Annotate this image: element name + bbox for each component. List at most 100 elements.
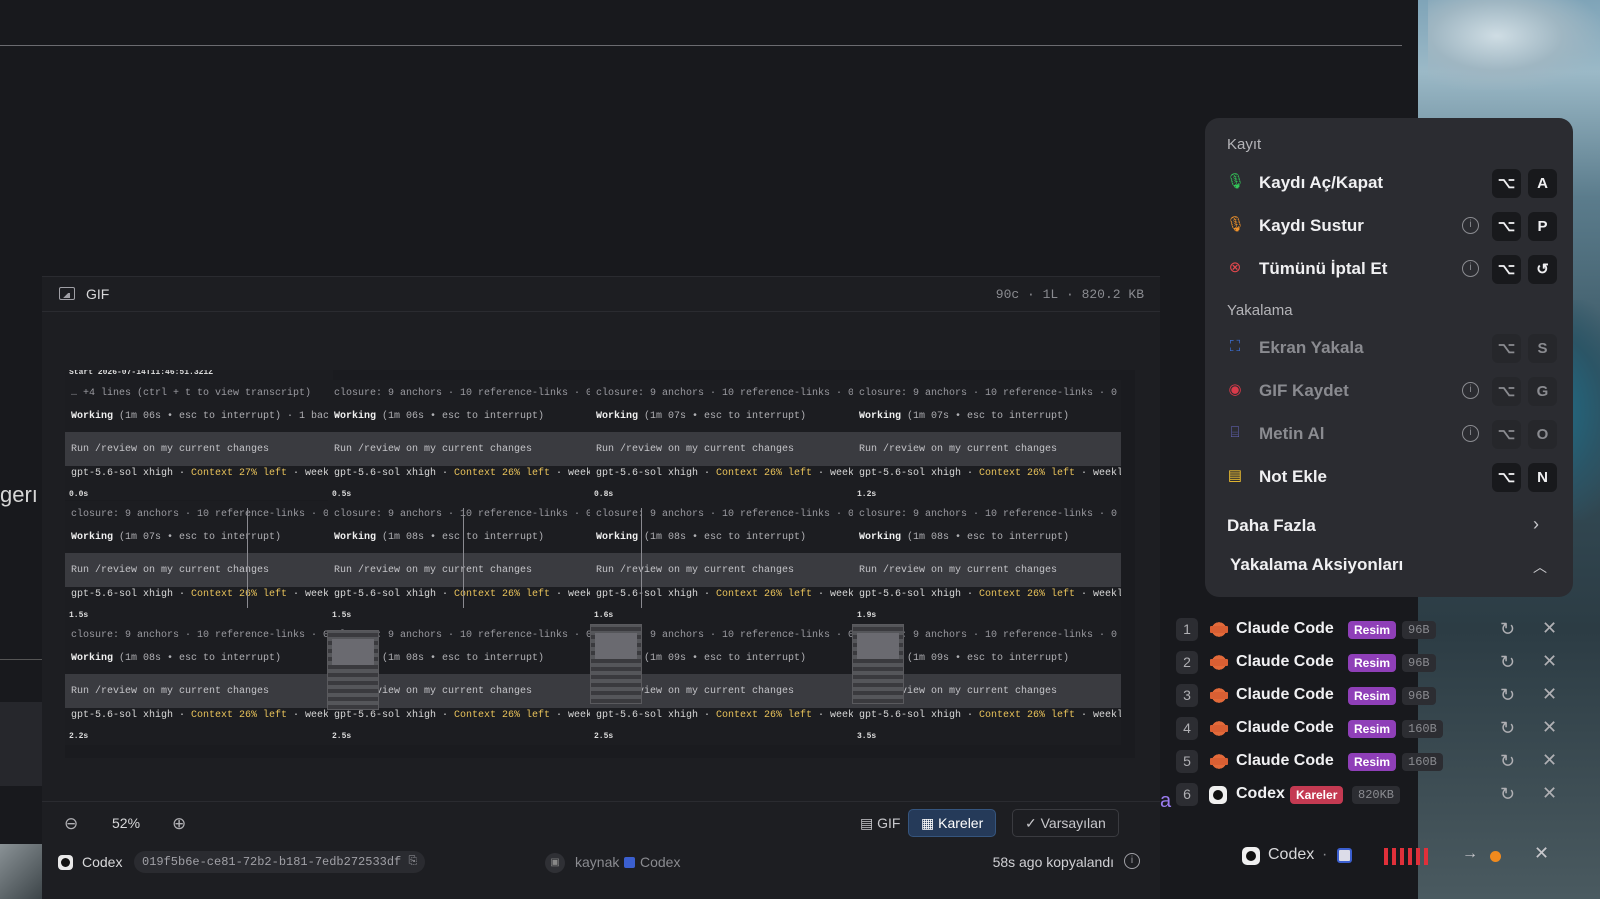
frame-line: closure: 9 anchors · 10 reference-links …	[334, 388, 596, 399]
audio-level-meter	[1384, 848, 1428, 865]
frame-thumbnail[interactable]	[327, 630, 379, 710]
redo-icon[interactable]: ↻	[1500, 784, 1515, 805]
gif-frame[interactable]: Start 2026-07-14T11:46:51.321Z … +4 lines…	[65, 370, 333, 500]
menu-item-not-ekle[interactable]: ▤ Not Ekle ⌥ N	[1223, 457, 1563, 497]
zoom-in-icon[interactable]: ⊕	[172, 814, 186, 834]
gif-frame[interactable]: closure: 9 anchors · 10 reference-links …	[590, 501, 858, 624]
history-type-badge: Kareler	[1290, 786, 1344, 804]
frame-line: gpt-5.6-sol xhigh · Context 26% left · w…	[859, 468, 1121, 479]
frame-line: gpt-5.6-sol xhigh · Context 26% left · w…	[596, 710, 858, 721]
history-size: 96B	[1402, 621, 1436, 639]
redo-icon[interactable]: ↻	[1500, 619, 1515, 640]
history-row[interactable]: 6 Codex Kareler 820KB ↻ ✕	[1168, 779, 1573, 812]
frame-timestamp: 0.5s	[332, 490, 352, 499]
background-panel	[0, 702, 42, 786]
history-app-name: Claude Code	[1236, 752, 1334, 769]
divider-line	[0, 659, 42, 660]
bottom-recording-bar: Codex · → ✕	[1232, 840, 1573, 874]
session-id-chip[interactable]: 019f5b6e-ce81-72b2-b181-7edb272533df ⎘	[134, 851, 426, 873]
frame-context: Context 26% left	[716, 468, 813, 479]
frame-context: Context 26% left	[191, 710, 288, 721]
menu-item-kayd-sustur[interactable]: 🎙 Kaydı Sustur i ⌥ P	[1223, 206, 1563, 246]
close-icon[interactable]: ✕	[1542, 783, 1557, 804]
frame-weekly: · weekly 60	[293, 468, 333, 479]
history-type-badge: Resim	[1348, 720, 1397, 738]
view-frames-button[interactable]: ▦ Kareler	[908, 809, 997, 837]
shortcut-key-modifier: ⌥	[1492, 212, 1521, 241]
history-row[interactable]: 1 Claude Code Resim 96B ↻ ✕	[1168, 614, 1573, 647]
frame-thumbnail[interactable]	[852, 624, 904, 704]
frame-line: Run /review on my current changes	[71, 444, 270, 455]
menu-item-t-m-n-i-ptal-et[interactable]: ⊗ Tümünü İptal Et i ⌥ ↺	[1223, 249, 1563, 289]
codex-app-icon	[1242, 847, 1260, 865]
frame-line: closure: 9 anchors · 10 reference-links …	[859, 509, 1121, 520]
arrow-right-icon[interactable]: →	[1462, 845, 1478, 863]
source-app: Codex	[640, 854, 681, 870]
info-icon[interactable]: i	[1124, 853, 1140, 869]
frame-line: closure: 9 anchors · 10 reference-links …	[859, 388, 1121, 399]
history-row[interactable]: 2 Claude Code Resim 96B ↻ ✕	[1168, 647, 1573, 680]
close-icon[interactable]: ✕	[1534, 843, 1549, 864]
frame-line: gpt-5.6-sol xhigh · Context 26% left · w…	[596, 589, 858, 600]
copy-icon[interactable]: ⎘	[408, 851, 417, 873]
close-icon[interactable]: ✕	[1542, 651, 1557, 672]
menu-item-metin-al[interactable]: ⌸ Metin Al i ⌥ O	[1223, 414, 1563, 454]
frame-line: closure: 9 anchors · 10 reference-links …	[596, 509, 858, 520]
menu-item-ekran-yakala[interactable]: ⛶ Ekran Yakala ⌥ S	[1223, 328, 1563, 368]
shortcut-key-modifier: ⌥	[1492, 255, 1521, 284]
close-icon[interactable]: ✕	[1542, 618, 1557, 639]
redo-icon[interactable]: ↻	[1500, 652, 1515, 673]
frame-thumbnail[interactable]	[590, 624, 642, 704]
close-icon[interactable]: ✕	[1542, 717, 1557, 738]
history-row[interactable]: 3 Claude Code Resim 96B ↻ ✕	[1168, 680, 1573, 713]
frame-weekly: · weekly 60	[1081, 710, 1121, 721]
close-icon[interactable]: ✕	[1542, 750, 1557, 771]
redo-icon[interactable]: ↻	[1500, 751, 1515, 772]
capture-menu: Kayıt Yakalama 🎙 Kaydı Aç/Kapat ⌥ A 🎙 Kaydı S…	[1205, 118, 1573, 597]
gif-preview-panel: GIF 90c · 1L · 820.2 KB Start 2026-07-14…	[42, 276, 1160, 899]
history-row[interactable]: 4 Claude Code Resim 160B ↻ ✕	[1168, 713, 1573, 746]
history-row[interactable]: 5 Claude Code Resim 160B ↻ ✕	[1168, 746, 1573, 779]
redo-icon[interactable]: ↻	[1500, 718, 1515, 739]
source-label: kaynak	[575, 854, 620, 870]
gif-frame[interactable]: closure: 9 anchors · 10 reference-links …	[590, 380, 858, 503]
menu-capture-actions[interactable]: Yakalama Aksiyonları ︿	[1223, 545, 1563, 585]
frame-line: Working (1m 08s • esc to interrupt)	[596, 532, 806, 543]
info-icon[interactable]: i	[1462, 260, 1479, 277]
history-type-badge: Resim	[1348, 621, 1397, 639]
gif-frame[interactable]: closure: 9 anchors · 10 reference-links …	[328, 380, 596, 503]
bottom-app-name: Codex	[1268, 846, 1315, 863]
view-frames-label: Kareler	[938, 815, 984, 831]
zoom-level: 52%	[112, 815, 141, 831]
shortcut-key: N	[1528, 463, 1557, 492]
info-icon[interactable]: i	[1462, 425, 1479, 442]
gif-frame[interactable]: closure: 9 anchors · 10 reference-links …	[853, 380, 1121, 503]
menu-item-gif-kaydet[interactable]: ◉ GIF Kaydet i ⌥ G	[1223, 371, 1563, 411]
view-gif-button[interactable]: ▤ GIF	[852, 810, 908, 836]
default-view-button[interactable]: ✓ Varsayılan	[1012, 809, 1119, 837]
menu-item-label: Tümünü İptal Et	[1259, 259, 1388, 278]
frame-line: … +4 lines (ctrl + t to view transcript)	[71, 388, 312, 399]
zoom-out-icon[interactable]: ⊖	[64, 814, 78, 834]
menu-item-kayd-a-kapat[interactable]: 🎙 Kaydı Aç/Kapat ⌥ A	[1223, 163, 1563, 203]
frame-timestamp: 3.5s	[857, 732, 877, 741]
info-icon[interactable]: i	[1462, 217, 1479, 234]
frame-selection-line	[641, 508, 642, 608]
info-icon[interactable]: i	[1462, 382, 1479, 399]
section-capture: Yakalama	[1227, 302, 1293, 319]
shortcut-key-modifier: ⌥	[1492, 420, 1521, 449]
frame-line: closure: 9 anchors · 10 reference-links …	[71, 630, 333, 641]
redo-icon[interactable]: ↻	[1500, 685, 1515, 706]
gif-frame[interactable]: closure: 9 anchors · 10 reference-links …	[328, 501, 596, 624]
gif-frame[interactable]: closure: 9 anchors · 10 reference-links …	[65, 622, 333, 745]
codex-app-icon	[58, 855, 73, 870]
close-icon[interactable]: ✕	[1542, 684, 1557, 705]
frame-line: Run /review on my current changes	[859, 565, 1058, 576]
gif-frame[interactable]: closure: 9 anchors · 10 reference-links …	[65, 501, 333, 624]
gif-frame[interactable]: closure: 9 anchors · 10 reference-links …	[853, 501, 1121, 624]
frame-line: Working (1m 07s • esc to interrupt)	[71, 532, 281, 543]
frame-model: gpt-5.6-sol xhigh ·	[596, 710, 717, 721]
frame-model: gpt-5.6-sol xhigh ·	[859, 710, 980, 721]
frame-weekly: · weekly 60	[818, 589, 858, 600]
menu-more[interactable]: Daha Fazla ›	[1223, 506, 1563, 546]
